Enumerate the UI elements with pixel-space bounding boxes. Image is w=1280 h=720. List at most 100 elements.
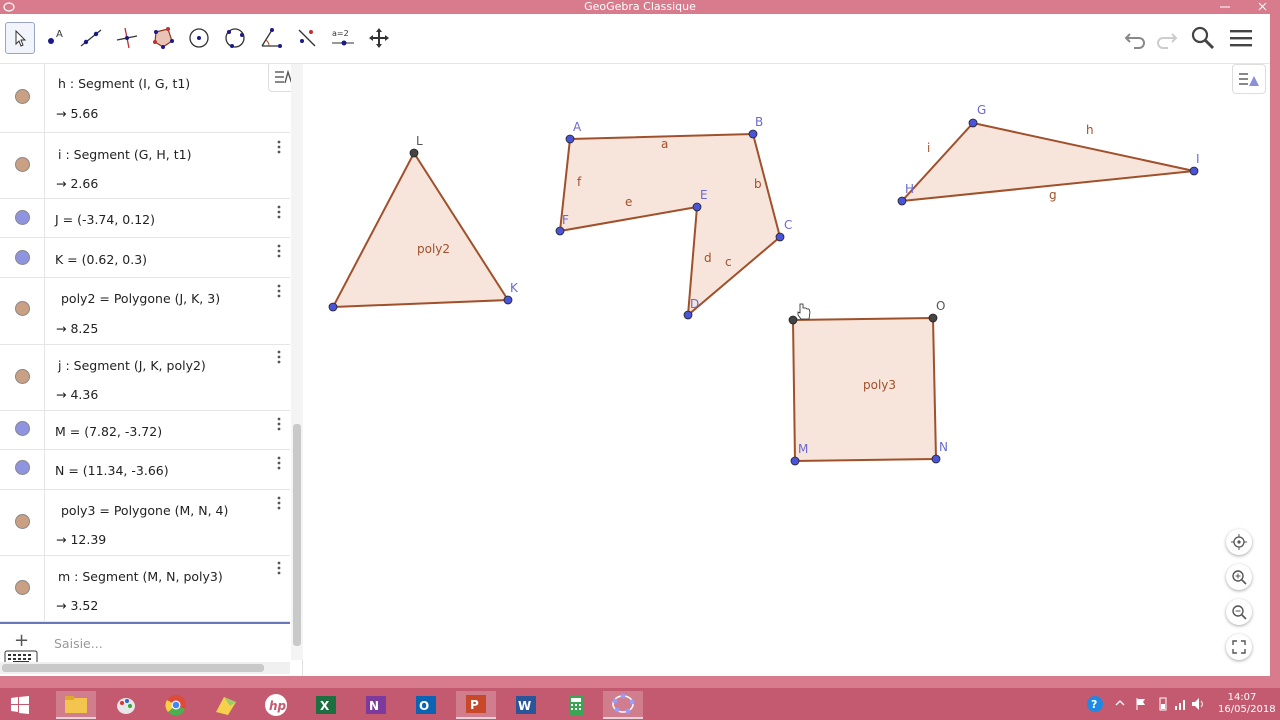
redo-button[interactable] [1152,22,1182,54]
conic-tool-button[interactable] [220,22,250,54]
algebra-horizontal-scrollbar[interactable] [0,662,290,674]
more-options-icon[interactable] [276,495,282,511]
more-options-icon[interactable] [276,243,282,259]
taskbar-calculator[interactable] [556,691,596,719]
object-color-dot[interactable] [15,580,30,595]
point-E[interactable] [692,202,702,212]
algebra-row-N[interactable]: N = (11.34, -3.66) [0,450,290,490]
taskbar-powerpoint[interactable]: P [456,691,496,719]
tray-network[interactable] [1174,696,1188,715]
horizontal-scrollbar-thumb[interactable] [2,664,264,672]
visibility-toggle[interactable] [0,133,45,198]
point-G[interactable] [968,118,978,128]
point-A[interactable] [565,134,575,144]
more-options-icon[interactable] [276,349,282,365]
object-definition[interactable]: N = (11.34, -3.66) [55,463,169,478]
object-color-dot[interactable] [15,157,30,172]
line-tool-button[interactable] [76,22,106,54]
object-definition[interactable]: M = (7.82, -3.72) [55,424,162,439]
input-field[interactable]: Saisie... [54,636,103,651]
more-options-icon[interactable] [276,283,282,299]
taskbar-geogebra[interactable] [603,691,643,719]
algebra-scrollbar-thumb[interactable] [293,424,301,646]
point-O[interactable] [928,313,938,323]
minimize-button[interactable] [1210,0,1240,14]
point-C[interactable] [775,232,785,242]
polygon-tool-button[interactable] [148,22,178,54]
main-menu-button[interactable] [1226,22,1256,54]
taskbar-excel[interactable]: X [306,691,346,719]
object-color-dot[interactable] [15,301,30,316]
visibility-toggle[interactable] [0,278,45,344]
search-button[interactable] [1188,22,1218,54]
visibility-toggle[interactable] [0,556,45,621]
algebra-row-poly2[interactable]: poly2 = Polygone (J, K, 3) → 8.25 [0,278,290,345]
algebra-row-K[interactable]: K = (0.62, 0.3) [0,238,290,278]
object-definition[interactable]: poly2 = Polygone (J, K, 3) [61,291,220,306]
tray-flag[interactable] [1134,697,1148,714]
circle-tool-button[interactable] [184,22,214,54]
visibility-toggle[interactable] [0,411,45,449]
zoom-out-button[interactable] [1226,599,1252,625]
tray-volume[interactable] [1191,696,1205,715]
tray-battery[interactable] [1156,696,1170,715]
point-B[interactable] [748,129,758,139]
add-input-icon[interactable]: + [14,630,29,651]
show-hidden-icons-button[interactable] [1114,697,1126,712]
algebra-row-M[interactable]: M = (7.82, -3.72) [0,411,290,450]
visibility-toggle[interactable] [0,345,45,410]
perpendicular-tool-button[interactable] [112,22,142,54]
visibility-toggle[interactable] [0,238,45,277]
undo-button[interactable] [1120,22,1150,54]
object-color-dot[interactable] [15,250,30,265]
taskbar-word[interactable]: W [506,691,546,719]
more-options-icon[interactable] [276,416,282,432]
object-definition[interactable]: K = (0.62, 0.3) [55,252,147,267]
more-options-icon[interactable] [276,560,282,576]
taskbar-chrome[interactable] [156,691,196,719]
algebra-row-h[interactable]: h : Segment (I, G, t1) → 5.66 [0,64,290,133]
object-color-dot[interactable] [15,89,30,104]
taskbar-hp[interactable]: hp [256,691,296,719]
input-bar[interactable]: + Saisie... [0,622,290,662]
algebra-row-i[interactable]: i : Segment (G, H, t1) → 2.66 [0,133,290,199]
poly1-polygon[interactable] [558,132,782,318]
object-definition[interactable]: m : Segment (M, N, poly3) [58,569,223,584]
help-tray-icon[interactable]: ? [1086,695,1104,716]
slider-tool-button[interactable]: a=2 [328,22,358,54]
move-view-tool-button[interactable] [364,22,394,54]
algebra-row-J[interactable]: J = (-3.74, 0.12) [0,199,290,238]
standard-view-button[interactable] [1226,529,1252,555]
taskbar-outlook[interactable]: O [406,691,446,719]
point-H[interactable] [897,196,907,206]
taskbar-onenote[interactable]: N [356,691,396,719]
object-definition[interactable]: J = (-3.74, 0.12) [55,212,155,227]
point-tool-button[interactable]: A [40,22,70,54]
more-options-icon[interactable] [276,455,282,471]
zoom-in-button[interactable] [1226,564,1252,590]
graphics-view[interactable]: L K poly2 A B C D E F a b c d e f G H I … [304,64,1270,676]
taskbar-file-explorer[interactable] [56,691,96,719]
object-color-dot[interactable] [15,460,30,475]
object-color-dot[interactable] [15,210,30,225]
object-color-dot[interactable] [15,421,30,436]
more-options-icon[interactable] [276,204,282,220]
poly2-polygon[interactable] [331,151,510,309]
more-options-icon[interactable] [276,139,282,155]
object-color-dot[interactable] [15,369,30,384]
t1-polygon[interactable] [899,121,1195,203]
algebra-row-j[interactable]: j : Segment (J, K, poly2) → 4.36 [0,345,290,411]
start-button[interactable] [0,691,40,719]
taskbar-paint[interactable] [106,691,146,719]
graphics-style-bar-button[interactable] [1232,64,1266,94]
point-J[interactable] [328,302,338,312]
point-L[interactable] [409,148,419,158]
move-tool-button[interactable] [5,22,35,54]
object-definition[interactable]: h : Segment (I, G, t1) [58,76,190,91]
object-definition[interactable]: j : Segment (J, K, poly2) [58,358,206,373]
fullscreen-button[interactable] [1226,634,1252,660]
reflect-tool-button[interactable] [292,22,322,54]
object-definition[interactable]: poly3 = Polygone (M, N, 4) [61,503,228,518]
algebra-row-m[interactable]: m : Segment (M, N, poly3) → 3.52 [0,556,290,622]
visibility-toggle[interactable] [0,450,45,489]
